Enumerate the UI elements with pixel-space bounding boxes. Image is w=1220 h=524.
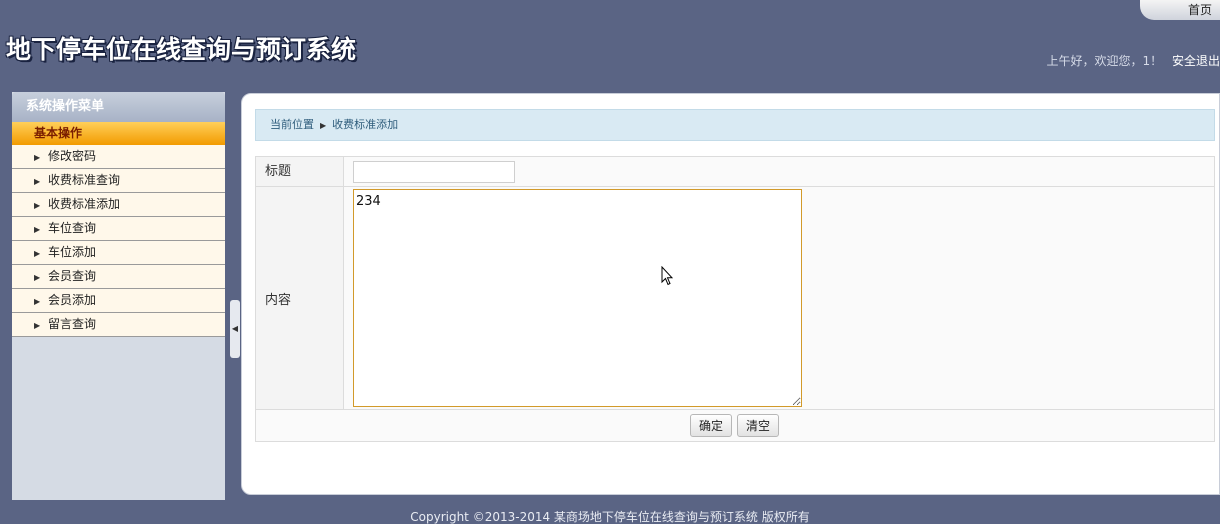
home-link[interactable]: 首页 bbox=[1140, 0, 1220, 20]
sidebar-item-label: 会员添加 bbox=[48, 293, 97, 307]
content-label-cell: 内容 bbox=[256, 187, 344, 409]
sidebar-title: 系统操作菜单 bbox=[12, 92, 225, 122]
site-title: 地下停车位在线查询与预订系统 bbox=[6, 35, 357, 64]
sidebar-item-fee-add[interactable]: ▶ 收费标准添加 bbox=[12, 193, 225, 217]
greeting-text: 上午好，欢迎您，1！ bbox=[1046, 54, 1163, 68]
sidebar-item-label: 收费标准查询 bbox=[48, 173, 121, 187]
sidebar-item-label: 收费标准添加 bbox=[48, 197, 121, 211]
sidebar-section-basic[interactable]: 基本操作 bbox=[12, 122, 225, 145]
fee-add-form: 标题 内容 234 确定 清空 bbox=[255, 156, 1215, 442]
main-panel: 当前位置 ▶ 收费标准添加 标题 内容 234 确定 清空 bbox=[241, 93, 1220, 495]
triangle-left-icon: ◀ bbox=[231, 324, 239, 333]
logout-link[interactable]: 安全退出 bbox=[1172, 54, 1220, 68]
sidebar-item-message-query[interactable]: ▶ 留言查询 bbox=[12, 313, 225, 337]
content-label: 内容 bbox=[265, 293, 292, 308]
greeting-bar: 上午好，欢迎您，1！ 安全退出 bbox=[1047, 52, 1220, 69]
triangle-right-icon: ▶ bbox=[34, 177, 41, 186]
triangle-right-icon: ▶ bbox=[34, 273, 41, 282]
form-row-buttons: 确定 清空 bbox=[256, 410, 1214, 441]
sidebar-item-member-add[interactable]: ▶ 会员添加 bbox=[12, 289, 225, 313]
footer-copyright: Copyright ©2013-2014 某商场地下停车位在线查询与预订系统 版… bbox=[410, 510, 810, 524]
triangle-right-icon: ▶ bbox=[320, 121, 327, 130]
footer: Copyright ©2013-2014 某商场地下停车位在线查询与预订系统 版… bbox=[0, 500, 1220, 524]
breadcrumb: 当前位置 ▶ 收费标准添加 bbox=[255, 109, 1215, 141]
clear-button[interactable]: 清空 bbox=[737, 414, 780, 437]
form-row-content: 内容 234 bbox=[256, 187, 1214, 410]
sidebar-item-change-password[interactable]: ▶ 修改密码 bbox=[12, 145, 225, 169]
triangle-right-icon: ▶ bbox=[34, 249, 41, 258]
sidebar: 系统操作菜单 基本操作 ▶ 修改密码 ▶ 收费标准查询 ▶ 收费标准添加 ▶ 车位查询 … bbox=[12, 92, 225, 502]
sidebar-item-member-query[interactable]: ▶ 会员查询 bbox=[12, 265, 225, 289]
triangle-right-icon: ▶ bbox=[34, 321, 41, 330]
form-row-title: 标题 bbox=[256, 157, 1214, 187]
breadcrumb-page: 收费标准添加 bbox=[332, 118, 399, 131]
sidebar-item-label: 会员查询 bbox=[48, 269, 97, 283]
triangle-right-icon: ▶ bbox=[34, 153, 41, 162]
triangle-right-icon: ▶ bbox=[34, 225, 41, 234]
sidebar-item-spot-add[interactable]: ▶ 车位添加 bbox=[12, 241, 225, 265]
sidebar-item-label: 车位添加 bbox=[48, 245, 97, 259]
sidebar-item-label: 车位查询 bbox=[48, 221, 97, 235]
title-label: 标题 bbox=[256, 157, 344, 186]
triangle-right-icon: ▶ bbox=[34, 297, 41, 306]
confirm-button[interactable]: 确定 bbox=[690, 414, 733, 437]
mouse-pointer-icon bbox=[661, 266, 673, 286]
sidebar-item-label: 留言查询 bbox=[48, 317, 97, 331]
header: 地下停车位在线查询与预订系统 首页 上午好，欢迎您，1！ 安全退出 bbox=[0, 0, 1220, 86]
sidebar-item-fee-query[interactable]: ▶ 收费标准查询 bbox=[12, 169, 225, 193]
sidebar-item-spot-query[interactable]: ▶ 车位查询 bbox=[12, 217, 225, 241]
title-input[interactable] bbox=[353, 161, 515, 183]
sidebar-item-label: 修改密码 bbox=[48, 149, 97, 163]
breadcrumb-current-label: 当前位置 bbox=[270, 118, 314, 131]
sidebar-collapse-handle[interactable]: ◀ bbox=[230, 300, 240, 358]
content-textarea[interactable]: 234 bbox=[353, 189, 802, 407]
triangle-right-icon: ▶ bbox=[34, 201, 41, 210]
